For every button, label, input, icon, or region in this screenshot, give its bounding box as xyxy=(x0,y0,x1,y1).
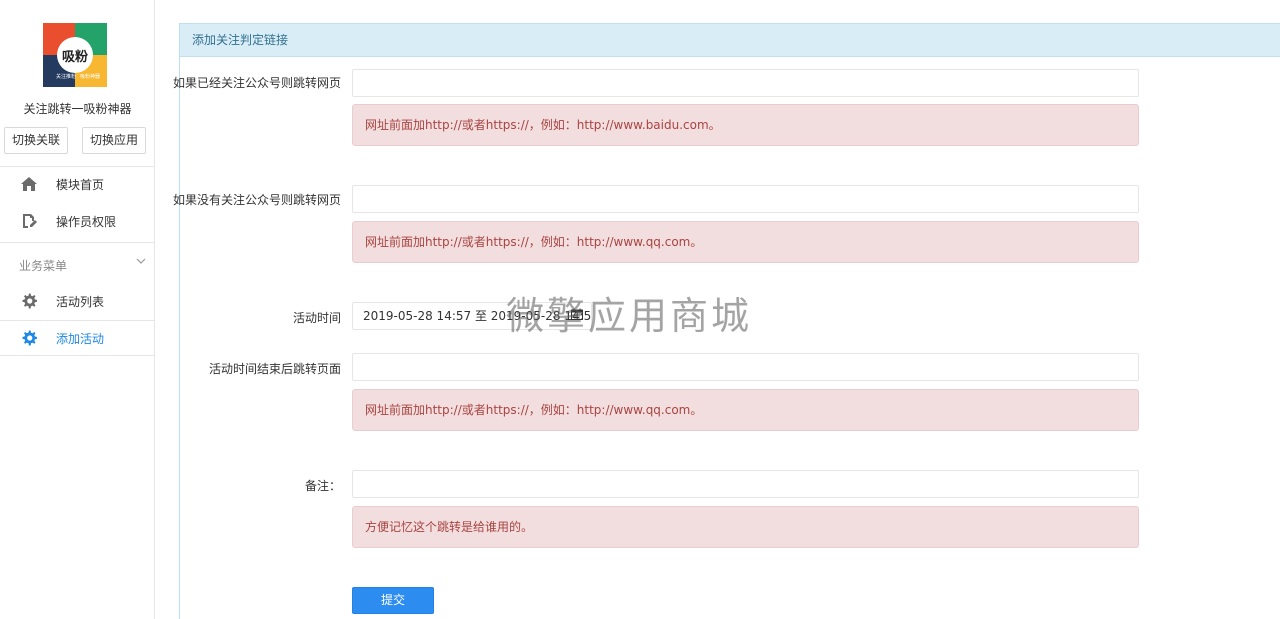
watermark: 微擎应用商城 xyxy=(506,294,753,338)
unfollowed-url-input[interactable] xyxy=(352,185,1139,213)
label-wrap: 如果已经关注公众号则跳转网页 xyxy=(0,74,341,94)
followed-url-label: 如果已经关注公众号则跳转网页 xyxy=(172,76,341,90)
unfollowed-url-hint: 网址前面加http://或者https://，例如：http://www.qq.… xyxy=(352,221,1139,263)
nav-add-activity-label: 添加活动 xyxy=(56,332,105,346)
label-wrap: 活动时间结束后跳转页面 xyxy=(0,360,341,380)
switch-link-button[interactable]: 切换关联 xyxy=(4,127,68,154)
end-redirect-hint: 网址前面加http://或者https://，例如：http://www.qq.… xyxy=(352,389,1139,431)
end-redirect-input[interactable] xyxy=(352,353,1139,381)
group-title-business: 业务菜单 xyxy=(19,259,68,273)
nav-activity-list-label: 活动列表 xyxy=(56,295,105,309)
edit-document-icon xyxy=(23,214,37,228)
panel-title: 添加关注判定链接 xyxy=(180,23,1280,57)
note-input[interactable] xyxy=(352,470,1139,498)
followed-url-hint: 网址前面加http://或者https://，例如：http://www.bai… xyxy=(352,104,1139,146)
label-wrap: 如果没有关注公众号则跳转网页 xyxy=(0,191,341,211)
app-name: 关注跳转一吸粉神器 xyxy=(23,102,132,116)
unfollowed-url-label: 如果没有关注公众号则跳转网页 xyxy=(172,193,341,207)
submit-button[interactable]: 提交 xyxy=(352,587,434,614)
note-hint: 方便记忆这个跳转是给谁用的。 xyxy=(352,506,1139,548)
divider xyxy=(0,242,155,243)
logo-text: 吸粉 xyxy=(57,37,93,73)
activity-time-label: 活动时间 xyxy=(292,311,341,325)
note-label: 备注： xyxy=(304,479,341,493)
gear-icon xyxy=(22,330,37,346)
end-redirect-label: 活动时间结束后跳转页面 xyxy=(208,362,341,376)
switch-app-button[interactable]: 切换应用 xyxy=(82,127,146,154)
chevron-down-icon[interactable] xyxy=(135,255,147,267)
nav-permissions-label: 操作员权限 xyxy=(56,215,117,229)
gear-icon xyxy=(22,293,37,309)
label-wrap: 活动时间 xyxy=(0,309,341,329)
label-wrap: 备注： xyxy=(0,477,341,497)
followed-url-input[interactable] xyxy=(352,69,1139,97)
